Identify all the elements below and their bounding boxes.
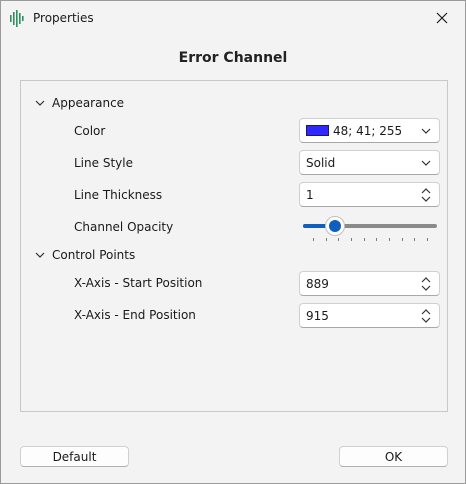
chevron-down-icon (35, 252, 45, 258)
line-style-dropdown[interactable]: Solid (299, 150, 440, 175)
ok-button[interactable]: OK (339, 446, 448, 467)
appearance-section-label: Appearance (52, 96, 125, 110)
slider-tick (325, 238, 327, 241)
color-dropdown[interactable]: 48; 41; 255 (299, 118, 440, 143)
spin-arrows-icon[interactable] (419, 183, 433, 206)
appearance-collapse-toggle[interactable] (33, 96, 47, 110)
x-end-value: 915 (306, 308, 329, 323)
slider-tick (389, 238, 390, 241)
x-start-value: 889 (306, 276, 329, 291)
waveform-icon (9, 10, 26, 27)
line-thickness-label: Line Thickness (74, 188, 163, 202)
line-style-label: Line Style (74, 156, 133, 170)
slider-tick (313, 238, 314, 241)
color-swatch (306, 125, 329, 136)
x-start-spinbox[interactable]: 889 (299, 271, 440, 296)
dialog-heading: Error Channel (178, 50, 288, 66)
close-button[interactable] (429, 7, 455, 29)
slider-thumb[interactable] (325, 216, 346, 236)
line-thickness-value: 1 (306, 187, 314, 202)
chevron-down-icon (419, 119, 433, 142)
x-end-label: X-Axis - End Position (74, 308, 196, 322)
slider-tick (351, 238, 352, 241)
properties-window: Properties Error Channel Appearance Colo… (0, 0, 466, 484)
slider-tick (376, 238, 378, 241)
chevron-down-icon (35, 100, 45, 106)
slider-tick (427, 238, 428, 241)
channel-opacity-label: Channel Opacity (74, 220, 174, 234)
spin-arrows-icon[interactable] (419, 272, 433, 295)
spin-arrows-icon[interactable] (419, 304, 433, 327)
line-thickness-spinbox[interactable]: 1 (299, 182, 440, 207)
properties-panel: Appearance Color 48; 41; 255 Line Style … (20, 80, 448, 412)
title-bar[interactable]: Properties (1, 1, 465, 35)
channel-opacity-slider[interactable] (303, 214, 437, 244)
default-button[interactable]: Default (20, 446, 129, 467)
slider-tick (401, 238, 403, 241)
close-icon (436, 12, 448, 24)
slider-tick (363, 238, 365, 241)
line-style-value: Solid (306, 155, 336, 170)
chevron-down-icon (419, 151, 433, 174)
slider-thumb-dot (329, 220, 342, 232)
x-start-label: X-Axis - Start Position (74, 276, 203, 290)
control-points-collapse-toggle[interactable] (33, 248, 47, 262)
slider-tick (414, 238, 416, 241)
x-end-spinbox[interactable]: 915 (299, 303, 440, 328)
slider-tick (338, 238, 340, 241)
color-label: Color (74, 124, 106, 138)
control-points-section-label: Control Points (52, 248, 136, 262)
window-title: Properties (33, 11, 94, 25)
color-value: 48; 41; 255 (333, 123, 403, 138)
